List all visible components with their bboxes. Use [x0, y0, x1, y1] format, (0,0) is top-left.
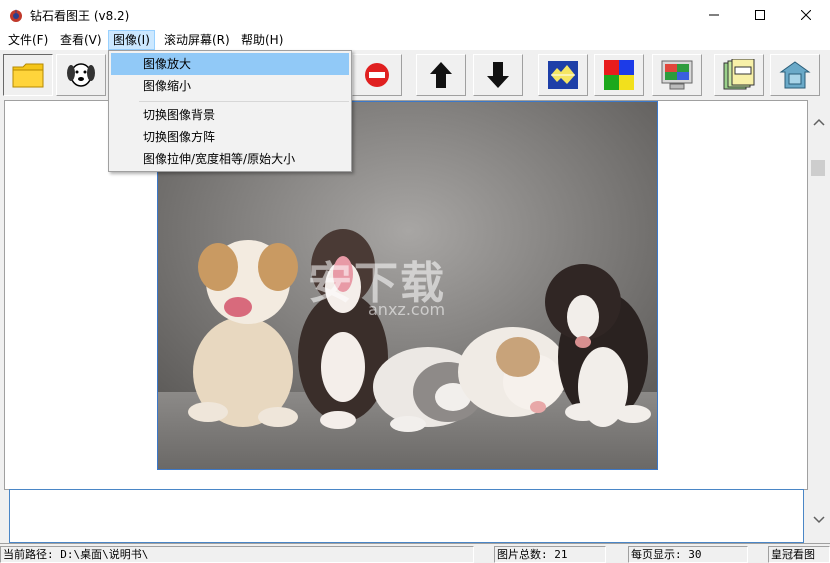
dog-icon — [67, 63, 95, 87]
color-grid-icon — [604, 60, 634, 90]
app-window: 钻石看图王 (v8.2) 文件(F) 查看(V) 图像(I) 滚动屏幕(R) 帮… — [0, 0, 830, 563]
display-button[interactable] — [652, 54, 702, 96]
scrollbar-thumb[interactable] — [811, 160, 825, 176]
slideshow-icon — [548, 61, 578, 89]
menu-zoom-out[interactable]: 图像缩小 — [111, 75, 349, 97]
scroll-down-icon[interactable] — [813, 516, 825, 524]
minimize-button[interactable] — [691, 0, 737, 30]
dog-button[interactable] — [56, 54, 106, 96]
slideshow-button[interactable] — [538, 54, 588, 96]
labels-icon — [723, 59, 755, 90]
house-icon — [779, 61, 811, 89]
status-bar: 当前路径: D:\桌面\说明书\ 图片总数: 21 每页显示: 30 皇冠看图 — [0, 543, 830, 563]
status-current-path: 当前路径: D:\桌面\说明书\ — [0, 546, 474, 563]
menu-view[interactable]: 查看(V) — [56, 30, 106, 50]
folder-icon — [12, 63, 44, 88]
color-button[interactable] — [594, 54, 644, 96]
previous-button[interactable] — [416, 54, 466, 96]
stop-icon — [365, 63, 389, 87]
menu-toggle-background[interactable]: 切换图像背景 — [111, 104, 349, 126]
status-per-page: 每页显示: 30 — [628, 546, 748, 563]
app-icon — [10, 9, 22, 22]
menu-stretch-mode[interactable]: 图像拉伸/宽度相等/原始大小 — [111, 148, 349, 170]
open-folder-button[interactable] — [3, 54, 53, 96]
image-menu-dropdown: 图像放大 图像缩小 切换图像背景 切换图像方阵 图像拉伸/宽度相等/原始大小 — [108, 50, 352, 172]
menu-image[interactable]: 图像(I) — [108, 30, 155, 50]
up-arrow-icon — [430, 62, 452, 88]
title-bar: 钻石看图王 (v8.2) — [0, 0, 830, 30]
stop-button[interactable] — [352, 54, 402, 96]
next-button[interactable] — [473, 54, 523, 96]
status-brand: 皇冠看图 — [768, 546, 830, 563]
thumbnail-panel[interactable] — [9, 489, 804, 543]
menu-separator — [139, 101, 349, 102]
labels-button[interactable] — [714, 54, 764, 96]
menu-file[interactable]: 文件(F) — [4, 30, 52, 50]
maximize-icon — [755, 10, 765, 20]
monitor-icon — [661, 60, 693, 90]
vertical-scrollbar[interactable] — [808, 100, 830, 543]
menu-zoom-in[interactable]: 图像放大 — [111, 53, 349, 75]
menu-bar: 文件(F) 查看(V) 图像(I) 滚动屏幕(R) 帮助(H) — [0, 30, 830, 50]
menu-help[interactable]: 帮助(H) — [237, 30, 287, 50]
maximize-button[interactable] — [737, 0, 783, 30]
menu-scroll-screen[interactable]: 滚动屏幕(R) — [160, 30, 234, 50]
minimize-icon — [709, 14, 719, 16]
down-arrow-icon — [487, 62, 509, 88]
menu-toggle-grid[interactable]: 切换图像方阵 — [111, 126, 349, 148]
status-total-images: 图片总数: 21 — [494, 546, 606, 563]
close-icon — [801, 10, 811, 20]
scroll-up-icon[interactable] — [813, 118, 825, 126]
home-button[interactable] — [770, 54, 820, 96]
window-title: 钻石看图王 (v8.2) — [30, 9, 130, 23]
close-button[interactable] — [783, 0, 829, 30]
watermark-url: anxz.com — [368, 300, 446, 319]
